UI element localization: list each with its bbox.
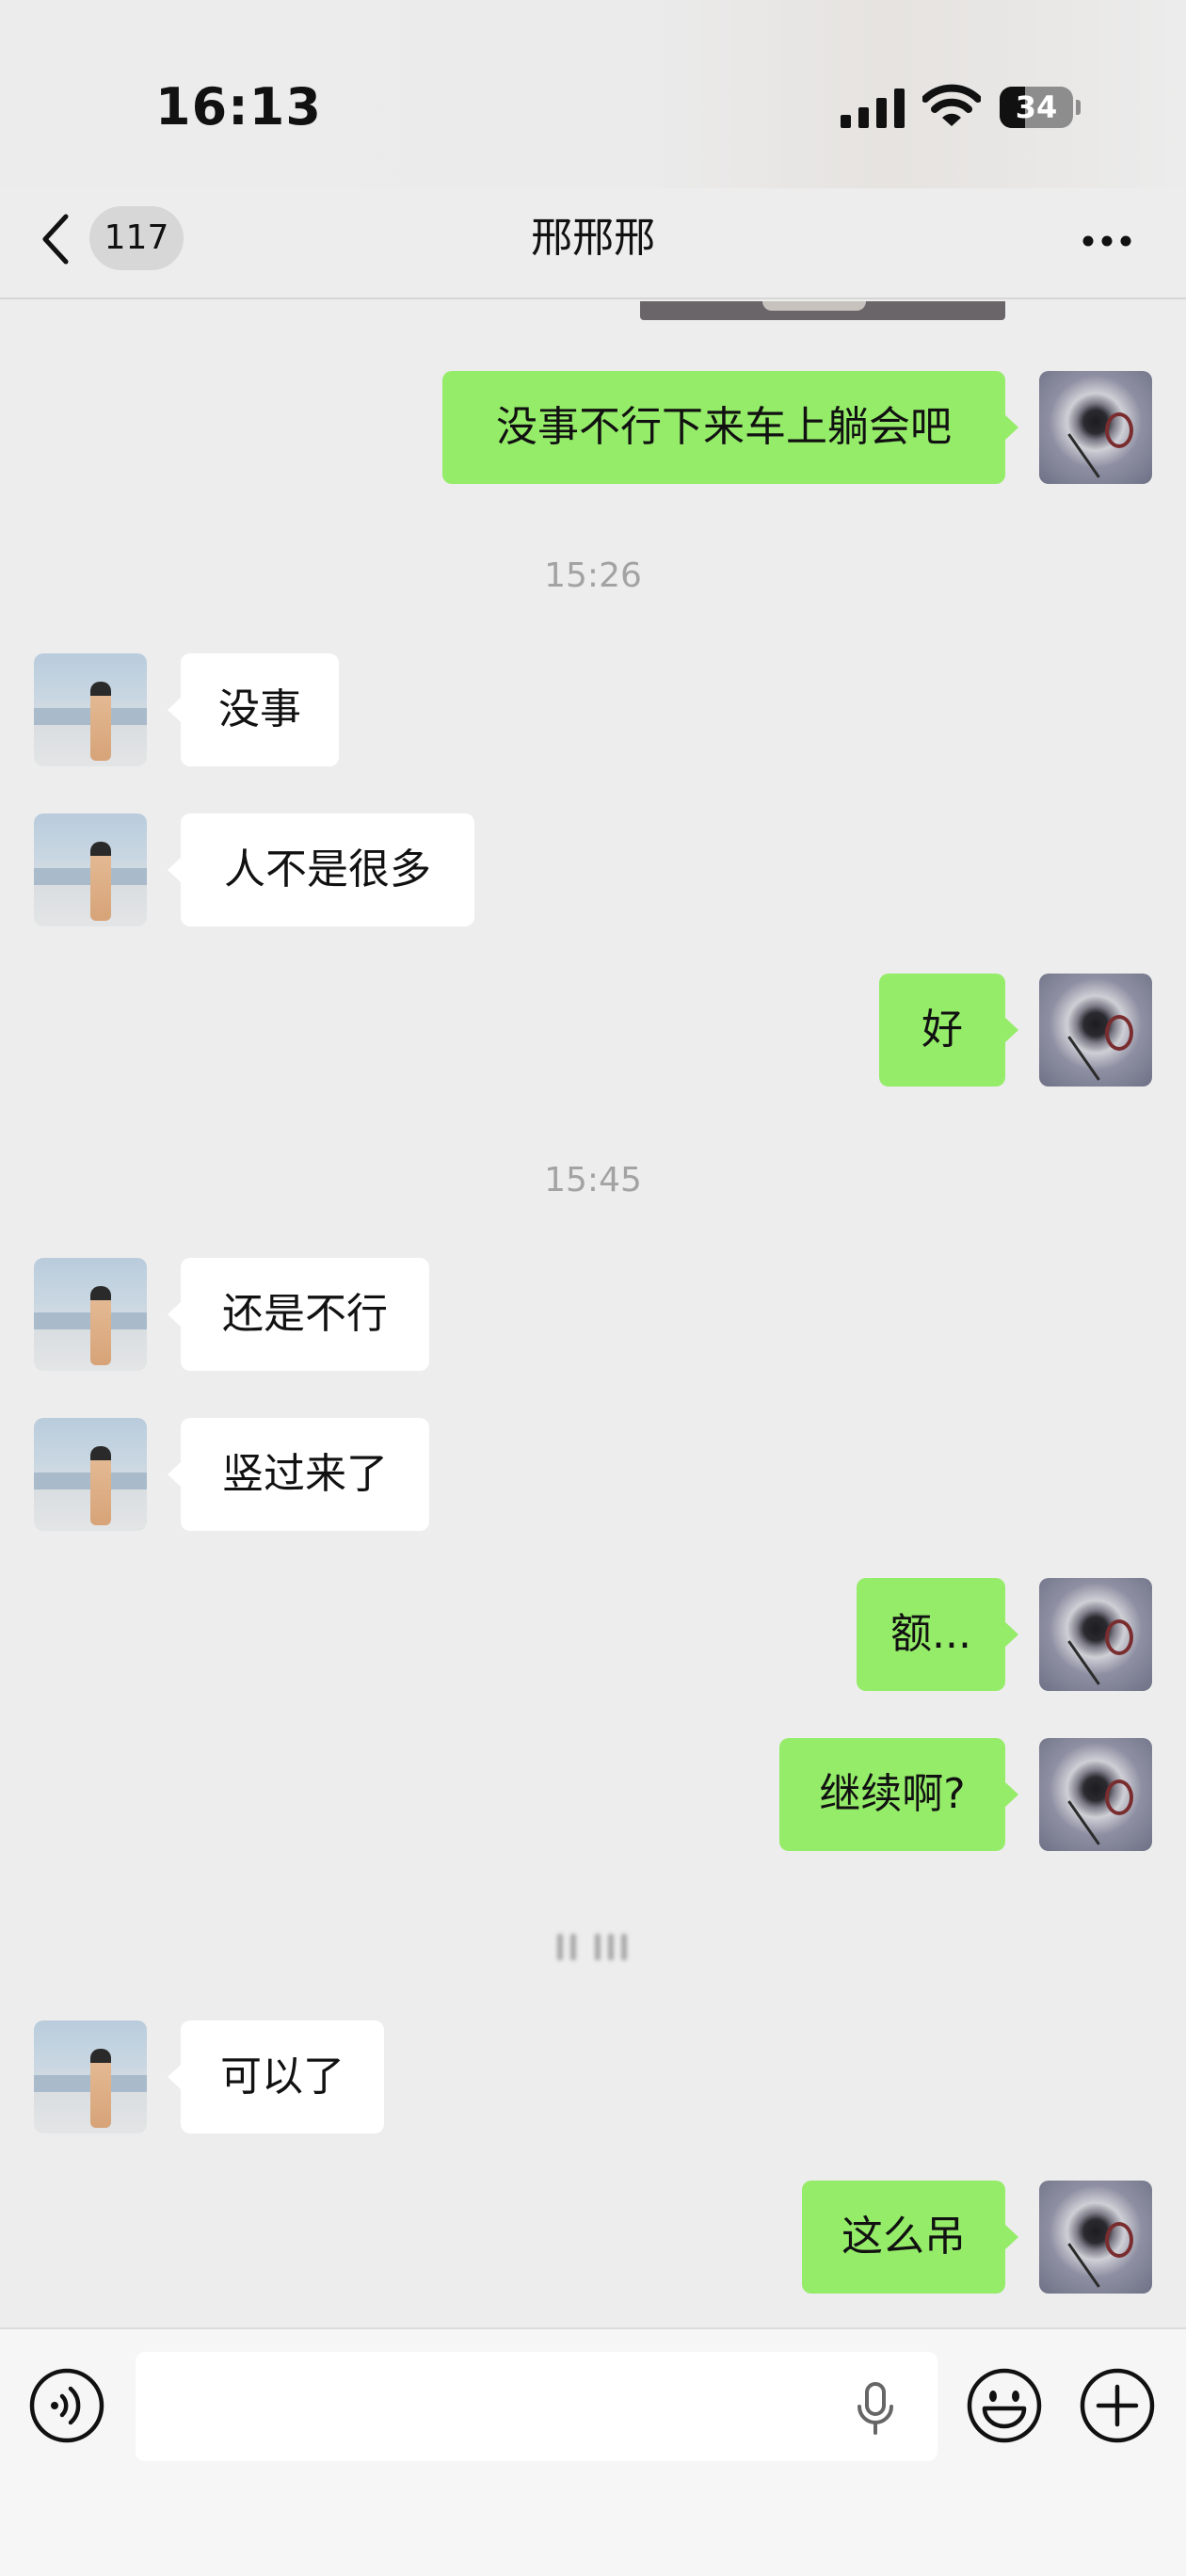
message-timestamp: 15:45: [544, 1161, 642, 1199]
message-timestamp: 15:26: [544, 556, 642, 595]
contact-avatar[interactable]: [34, 813, 147, 926]
cellular-signal-icon: [841, 89, 905, 128]
contact-avatar[interactable]: [34, 2021, 147, 2133]
message-sent: 额...: [0, 1578, 1186, 1691]
status-time: 16:13: [155, 77, 322, 137]
emoji-icon[interactable]: [966, 2367, 1043, 2444]
my-avatar[interactable]: [1039, 1738, 1152, 1851]
message-bubble-sent[interactable]: 这么吊: [802, 2181, 1018, 2294]
wifi-icon: [922, 84, 981, 126]
message-bubble-sent[interactable]: 好: [879, 974, 1018, 1087]
message-bubble-sent[interactable]: 额...: [857, 1578, 1018, 1691]
battery-level: 34: [1015, 89, 1058, 125]
message-sent: 继续啊?: [0, 1738, 1186, 1851]
voice-icon[interactable]: [28, 2367, 105, 2444]
message-bubble-received[interactable]: 竖过来了: [168, 1418, 429, 1531]
my-avatar[interactable]: [1039, 2181, 1152, 2294]
message-sent: 这么吊: [0, 2181, 1186, 2294]
chat-title: 邢邢邢: [531, 214, 655, 262]
message-sent: 好: [0, 974, 1186, 1087]
message-bubble-sent[interactable]: 没事不行下来车上躺会吧: [442, 371, 1018, 484]
input-bar: [0, 2327, 1186, 2576]
contact-avatar[interactable]: [34, 1418, 147, 1531]
unread-count-badge[interactable]: 117: [89, 206, 184, 270]
message-received: 人不是很多: [0, 813, 1186, 926]
battery-icon: 34: [1000, 87, 1081, 128]
blurred-timestamp: [553, 1930, 638, 1964]
message-received: 没事: [0, 653, 1186, 766]
message-bubble-received[interactable]: 还是不行: [168, 1258, 429, 1371]
my-avatar[interactable]: [1039, 371, 1152, 484]
message-bubble-sent[interactable]: 继续啊?: [779, 1738, 1018, 1851]
contact-avatar[interactable]: [34, 1258, 147, 1371]
message-input[interactable]: [136, 2352, 938, 2461]
chat-header: 117 邢邢邢: [0, 188, 1186, 299]
more-icon[interactable]: [1081, 233, 1133, 249]
message-bubble-received[interactable]: 人不是很多: [168, 813, 474, 926]
image-message-partial[interactable]: [640, 301, 1005, 320]
my-avatar[interactable]: [1039, 1578, 1152, 1691]
chevron-left-icon[interactable]: [38, 211, 75, 267]
plus-icon[interactable]: [1079, 2367, 1156, 2444]
message-received: 可以了: [0, 2021, 1186, 2133]
status-bar: 16:13 34: [0, 0, 1186, 188]
message-bubble-received[interactable]: 可以了: [168, 2021, 384, 2133]
contact-avatar[interactable]: [34, 653, 147, 766]
microphone-icon[interactable]: [855, 2382, 896, 2435]
message-received: 竖过来了: [0, 1418, 1186, 1531]
message-received: 还是不行: [0, 1258, 1186, 1371]
my-avatar[interactable]: [1039, 974, 1152, 1087]
message-sent: 没事不行下来车上躺会吧: [0, 371, 1186, 484]
message-list[interactable]: 没事不行下来车上躺会吧 15:26 没事 人不是很多 好 15:45 还是不行 …: [0, 301, 1186, 2326]
message-bubble-received[interactable]: 没事: [168, 653, 339, 766]
